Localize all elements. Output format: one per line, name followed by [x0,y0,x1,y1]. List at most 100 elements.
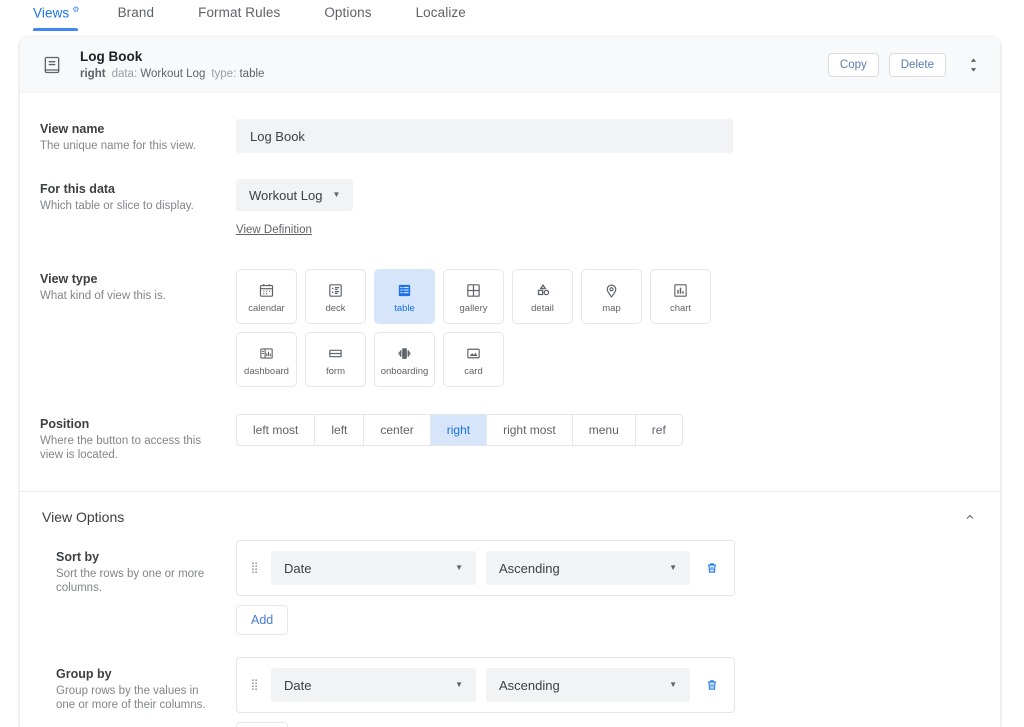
tab-brand-label: Brand [118,5,155,20]
view-type-tile-detail[interactable]: detail [512,269,573,324]
sort-by-order-select[interactable]: Ascending ▼ [486,551,690,585]
view-options-title: View Options [42,509,960,525]
trash-icon[interactable] [702,675,722,695]
view-name-field-wrap [236,119,980,153]
view-type-tile-map-label: map [602,303,620,314]
view-type-tile-chart-label: chart [670,303,691,314]
view-type-tile-gallery[interactable]: gallery [443,269,504,324]
gallery-icon [465,279,482,301]
position-option-left-most[interactable]: left most [237,415,315,445]
detail-icon [534,279,552,301]
group-by-rule-row: ⣿ Date ▼ Ascending ▼ [236,657,735,713]
view-name-input[interactable] [236,119,733,153]
position-option-right-most[interactable]: right most [487,415,573,445]
view-title: Log Book [80,49,828,65]
trash-icon[interactable] [702,558,722,578]
view-data-key: data: [112,68,138,80]
view-type-tile-dashboard-label: dashboard [244,366,289,377]
chevron-down-icon: ▼ [455,564,463,572]
group-by-label-block: Group by Group rows by the values in one… [40,657,236,727]
view-type-tile-gallery-label: gallery [460,303,488,314]
chevron-down-icon: ▼ [669,681,677,689]
position-option-menu[interactable]: menu [573,415,636,445]
sort-by-rule-row: ⣿ Date ▼ Ascending ▼ [236,540,735,596]
view-name-label: View name [40,121,224,137]
tab-views[interactable]: Views⚙ [24,0,96,31]
up-down-arrows-icon[interactable] [962,52,984,78]
position-option-left[interactable]: left [315,415,364,445]
row-for-this-data: For this data Which table or slice to di… [20,153,1000,238]
view-definition-link[interactable]: View Definition [236,224,312,236]
tab-brand[interactable]: Brand [96,0,177,30]
view-type-tile-chart[interactable]: chart [650,269,711,324]
sort-by-label: Sort by [56,549,220,565]
tab-localize-label: Localize [416,5,466,20]
chevron-up-icon[interactable] [960,507,980,527]
tab-format-rules-label: Format Rules [198,5,280,20]
onboarding-icon [396,342,413,364]
view-type-key: type: [211,68,236,80]
view-type-tile-calendar-label: calendar [248,303,284,314]
group-by-order-value: Ascending [499,678,560,693]
view-card-header: Log Book rightdata: Workout Logtype: tab… [20,37,1000,93]
group-by-column-select[interactable]: Date ▼ [271,668,476,702]
view-type-desc: What kind of view this is. [40,289,224,303]
view-type-tile-form[interactable]: form [305,332,366,387]
group-by-desc: Group rows by the values in one or more … [56,684,220,712]
for-this-data-label-block: For this data Which table or slice to di… [40,179,236,238]
view-type-tile-card-label: card [464,366,482,377]
view-data-value: Workout Log [140,68,205,80]
view-card-body: View name The unique name for this view.… [20,93,1000,727]
view-name-desc: The unique name for this view. [40,139,224,153]
group-by-add-button[interactable]: Add [236,722,288,727]
tab-active-indicator [33,28,78,31]
tab-format-rules[interactable]: Format Rules [176,0,302,30]
view-type-tile-form-label: form [326,366,345,377]
view-type-value: table [239,68,264,80]
chevron-down-icon: ▼ [669,564,677,572]
data-source-select[interactable]: Workout Log ▼ [236,179,353,211]
position-label-block: Position Where the button to access this… [40,414,236,462]
position-option-center[interactable]: center [364,415,430,445]
view-type-tile-deck[interactable]: deck [305,269,366,324]
sort-by-column-select[interactable]: Date ▼ [271,551,476,585]
position-option-ref[interactable]: ref [636,415,682,445]
chevron-down-icon: ▼ [332,191,340,199]
position-option-right[interactable]: right [431,415,487,445]
view-type-tile-detail-label: detail [531,303,554,314]
view-options-header[interactable]: View Options [20,492,1000,540]
delete-button[interactable]: Delete [889,53,946,77]
group-by-order-select[interactable]: Ascending ▼ [486,668,690,702]
sort-by-add-button[interactable]: Add [236,605,288,635]
view-type-tile-dashboard[interactable]: dashboard [236,332,297,387]
deck-icon [327,279,344,301]
view-type-field-wrap: calendar deck [236,269,980,387]
card-icon [465,342,482,364]
data-source-value: Workout Log [249,188,322,203]
sort-by-field-wrap: ⣿ Date ▼ Ascending ▼ [236,540,980,635]
view-type-tile-card[interactable]: card [443,332,504,387]
copy-button[interactable]: Copy [828,53,879,77]
tab-localize[interactable]: Localize [394,0,488,30]
view-type-label: View type [40,271,224,287]
tab-views-badge-icon: ⚙ [72,5,79,14]
table-icon [396,279,413,301]
for-this-data-label: For this data [40,181,224,197]
row-view-name: View name The unique name for this view. [20,93,1000,153]
tab-options-label: Options [324,5,371,20]
drag-handle-icon[interactable]: ⣿ [249,680,261,690]
drag-handle-icon[interactable]: ⣿ [249,563,261,573]
for-this-data-field-wrap: Workout Log ▼ View Definition [236,179,980,238]
top-tab-bar: Views⚙ Brand Format Rules Options Locali… [0,0,1024,34]
position-label: Position [40,416,224,432]
row-position: Position Where the button to access this… [20,387,1000,462]
chart-icon [672,279,689,301]
tab-options[interactable]: Options [302,0,393,30]
group-by-column-value: Date [284,678,311,693]
position-segmented-control: left most left center right right most m… [236,414,683,446]
view-type-tile-onboarding[interactable]: onboarding [374,332,435,387]
view-type-tile-map[interactable]: map [581,269,642,324]
view-card-header-text: Log Book rightdata: Workout Logtype: tab… [80,49,828,81]
view-type-tile-table[interactable]: table [374,269,435,324]
view-type-tile-calendar[interactable]: calendar [236,269,297,324]
